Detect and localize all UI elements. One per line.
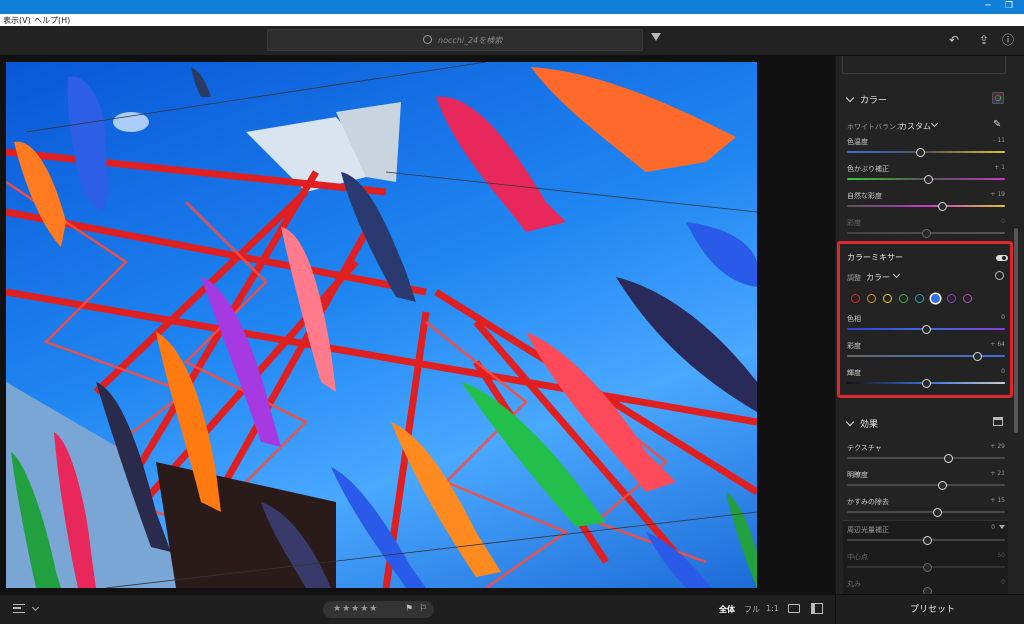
color-swatch-6[interactable]: [947, 294, 956, 303]
effects-slider-1-value: + 21: [990, 470, 1005, 477]
top-toolbar: nocchi_24を検索 ↶ ⇪ ⓘ: [0, 26, 1024, 56]
vignette-thumb[interactable]: [923, 536, 932, 545]
sort-icon[interactable]: [13, 604, 25, 613]
minimize-icon[interactable]: ─: [981, 1, 995, 12]
effects-slider-1-thumb[interactable]: [937, 481, 947, 490]
color-swatch-5[interactable]: [931, 294, 940, 303]
presets-area[interactable]: プリセット: [835, 594, 1024, 624]
wb-select[interactable]: カスタム: [899, 121, 931, 132]
effects-preset-icon[interactable]: [993, 417, 1003, 426]
mixer-slider-1-value: + 64: [990, 341, 1005, 348]
color-swatch-2[interactable]: [883, 294, 892, 303]
window-titlebar: ─ ❐: [0, 0, 1024, 14]
color-swatch-4[interactable]: [915, 294, 924, 303]
view-1to1[interactable]: 1:1: [766, 604, 779, 613]
restore-icon[interactable]: ❐: [1002, 1, 1016, 12]
mixer-slider-0-value: 0: [1001, 314, 1005, 321]
effects-slider-2-label: かすみの除去: [847, 498, 889, 506]
search-field[interactable]: nocchi_24を検索: [267, 29, 643, 51]
share-icon[interactable]: ⇪: [977, 33, 991, 47]
color-swatch-0[interactable]: [851, 294, 860, 303]
color-slider-2-thumb[interactable]: [937, 202, 947, 211]
chevron-down-icon: [845, 93, 855, 103]
mixer-slider-0-thumb[interactable]: [922, 325, 931, 334]
color-slider-3-value: 0: [1001, 218, 1005, 225]
mixer-slider-0-label: 色相: [847, 315, 861, 323]
filter-icon[interactable]: [651, 33, 661, 41]
color-slider-3-thumb[interactable]: [922, 229, 931, 238]
color-slider-2-value: + 19: [990, 191, 1005, 198]
vignette-roundness-value: 0: [1001, 579, 1005, 586]
color-swatch-1[interactable]: [867, 294, 876, 303]
menu-view[interactable]: 表示(V): [3, 15, 31, 26]
rating-stars[interactable]: ★★★★★ ⚑ ⚐: [323, 601, 434, 618]
color-slider-3-label: 彩度: [847, 219, 861, 227]
color-slider-1-value: + 1: [994, 164, 1005, 171]
effects-slider-2-value: + 15: [990, 497, 1005, 504]
chevron-down-icon: [845, 417, 855, 427]
photo-preview: [6, 62, 757, 588]
mixer-slider-2-thumb[interactable]: [922, 379, 931, 388]
panel-top-box: [842, 56, 1006, 74]
menu-help[interactable]: ヘルプ(H): [34, 15, 70, 26]
color-slider-1-label: 色かぶり補正: [847, 165, 889, 173]
effects-slider-0-value: + 29: [990, 443, 1005, 450]
effects-slider-1-track: [847, 484, 1005, 486]
effects-slider-1-label: 明瞭度: [847, 471, 868, 479]
effects-slider-0-label: テクスチャ: [847, 444, 882, 452]
color-wheel-icon[interactable]: [992, 92, 1004, 104]
help-icon[interactable]: ⓘ: [1001, 33, 1015, 47]
effects-slider-2-thumb[interactable]: [933, 508, 943, 517]
mixer-adjust-select[interactable]: カラー: [866, 272, 890, 283]
color-slider-0-label: 色温度: [847, 138, 868, 146]
mixer-slider-1-thumb[interactable]: [972, 352, 982, 361]
color-swatch-7[interactable]: [963, 294, 972, 303]
effects-slider-2-track: [847, 511, 1005, 513]
vignette-roundness-label: 丸み: [847, 580, 861, 588]
vignette-label: 周辺光量補正: [847, 526, 889, 534]
target-adjust-icon[interactable]: [995, 271, 1004, 280]
menu-bar: 表示(V) ヘルプ(H): [0, 14, 1024, 26]
search-placeholder: nocchi_24を検索: [423, 35, 502, 46]
mixer-slider-2-value: 0: [1001, 368, 1005, 375]
mixer-toggle[interactable]: [996, 255, 1008, 261]
vignette-dropdown-icon[interactable]: [999, 525, 1005, 529]
view-all[interactable]: 全体: [719, 604, 735, 615]
eyedropper-icon[interactable]: ✎: [993, 119, 1001, 130]
mixer-slider-1-label: 彩度: [847, 342, 861, 350]
color-slider-0-value: - 11: [993, 137, 1005, 144]
color-slider-2-label: 自然な彩度: [847, 192, 882, 200]
photo-illustration: [6, 62, 757, 588]
vignette-midpoint-label: 中心点: [847, 553, 868, 561]
color-slider-2-track: [847, 205, 1005, 207]
presets-button[interactable]: プリセット: [910, 602, 955, 615]
grid-view-icon[interactable]: [788, 604, 800, 613]
flag-pick-icon[interactable]: ⚑: [405, 601, 414, 618]
vignette-value: 0: [991, 524, 995, 531]
color-slider-0-track: [847, 151, 1005, 153]
color-mixer-title: カラーミキサー: [847, 253, 903, 262]
color-section-header[interactable]: カラー: [845, 93, 887, 106]
vignette-midpoint-thumb[interactable]: [923, 563, 932, 572]
wb-label: ホワイトバランス: [847, 123, 903, 131]
flag-reject-icon[interactable]: ⚐: [419, 601, 428, 618]
compare-view-icon[interactable]: [811, 603, 823, 614]
color-slider-0-thumb[interactable]: [915, 148, 925, 157]
mixer-adjust-label: 調整: [847, 274, 861, 282]
sort-dropdown-icon[interactable]: [31, 603, 40, 612]
panel-scrollbar[interactable]: [1014, 228, 1018, 433]
undo-icon[interactable]: ↶: [947, 33, 961, 47]
color-slider-1-thumb[interactable]: [923, 175, 933, 184]
effects-slider-0-track: [847, 457, 1005, 459]
search-icon: [423, 35, 432, 44]
mixer-slider-2-label: 輝度: [847, 369, 861, 377]
effects-section-header[interactable]: 効果: [845, 417, 878, 430]
color-swatch-3[interactable]: [899, 294, 908, 303]
view-full[interactable]: フル: [744, 604, 760, 615]
vignette-midpoint-value: 50: [997, 552, 1005, 559]
